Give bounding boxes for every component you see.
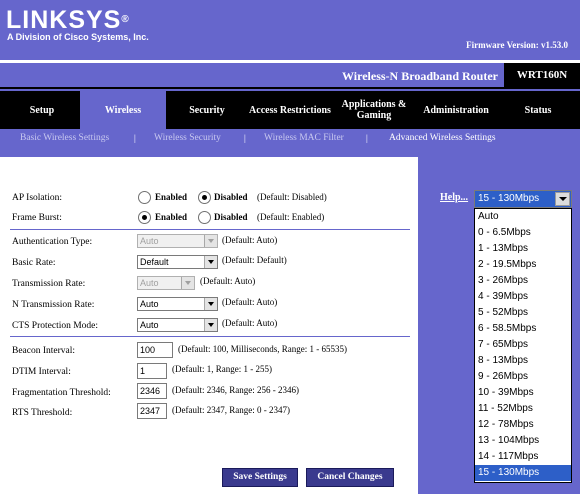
product-name: Wireless-N Broadband Router bbox=[341, 69, 498, 83]
subnav-basic-wireless[interactable]: Basic Wireless Settings bbox=[20, 133, 109, 143]
rate-option[interactable]: 4 - 39Mbps bbox=[475, 289, 571, 305]
auth-type-label: Authentication Type: bbox=[12, 237, 93, 247]
chevron-down-icon bbox=[204, 235, 217, 247]
tab-wireless[interactable]: Wireless bbox=[80, 91, 166, 129]
tab-security[interactable]: Security bbox=[172, 91, 242, 129]
firmware-version: Firmware Version: v1.53.0 bbox=[466, 40, 568, 50]
chevron-down-icon bbox=[181, 277, 194, 289]
rts-threshold-default-note: (Default: 2347, Range: 0 - 2347) bbox=[172, 405, 290, 415]
rate-option[interactable]: 14 - 117Mbps bbox=[475, 449, 571, 465]
rate-dropdown-list: Auto 0 - 6.5Mbps 1 - 13Mbps 2 - 19.5Mbps… bbox=[474, 208, 572, 483]
rate-option[interactable]: 2 - 19.5Mbps bbox=[475, 257, 571, 273]
sub-nav: Basic Wireless Settings | Wireless Secur… bbox=[0, 129, 580, 151]
ap-isolation-enabled-label: Enabled bbox=[155, 192, 188, 202]
rate-option[interactable]: 10 - 39Mbps bbox=[475, 385, 571, 401]
dtim-interval-label: DTIM Interval: bbox=[12, 367, 71, 377]
n-transmission-rate-default-note: (Default: Auto) bbox=[222, 297, 278, 307]
fragmentation-threshold-input[interactable]: 2346 bbox=[137, 383, 167, 399]
transmission-rate-label: Transmission Rate: bbox=[12, 279, 86, 289]
tab-status[interactable]: Status bbox=[506, 91, 570, 129]
subnav-wireless-security[interactable]: Wireless Security bbox=[154, 133, 221, 143]
chevron-down-icon bbox=[204, 256, 217, 268]
subnav-separator: | bbox=[134, 133, 136, 143]
chevron-down-icon bbox=[204, 319, 217, 331]
cts-protection-select[interactable]: Auto bbox=[137, 318, 218, 332]
chevron-down-icon bbox=[204, 298, 217, 310]
frame-burst-enabled-label: Enabled bbox=[155, 212, 188, 222]
rate-dropdown[interactable]: 15 - 130Mbps bbox=[474, 190, 572, 208]
rate-option[interactable]: 9 - 26Mbps bbox=[475, 369, 571, 385]
n-transmission-rate-select[interactable]: Auto bbox=[137, 297, 218, 311]
dtim-interval-default-note: (Default: 1, Range: 1 - 255) bbox=[172, 364, 272, 374]
cts-protection-value: Auto bbox=[140, 320, 159, 330]
rate-option[interactable]: 7 - 65Mbps bbox=[475, 337, 571, 353]
dtim-interval-input[interactable]: 1 bbox=[137, 363, 167, 379]
ap-isolation-enabled-radio[interactable] bbox=[138, 191, 151, 204]
subnav-advanced-wireless[interactable]: Advanced Wireless Settings bbox=[389, 133, 496, 143]
tab-access-restrictions[interactable]: Access Restrictions bbox=[244, 91, 336, 129]
rate-option[interactable]: 8 - 13Mbps bbox=[475, 353, 571, 369]
subnav-mac-filter[interactable]: Wireless MAC Filter bbox=[264, 133, 344, 143]
cts-protection-default-note: (Default: Auto) bbox=[222, 318, 278, 328]
beacon-interval-label: Beacon Interval: bbox=[12, 346, 76, 356]
transmission-rate-select[interactable]: Auto bbox=[137, 276, 195, 290]
rate-option[interactable]: 13 - 104Mbps bbox=[475, 433, 571, 449]
frame-burst-disabled-radio[interactable] bbox=[198, 211, 211, 224]
frame-burst-disabled-label: Disabled bbox=[214, 212, 248, 222]
frame-burst-label: Frame Burst: bbox=[12, 213, 62, 223]
help-link[interactable]: Help... bbox=[440, 192, 468, 203]
rts-threshold-label: RTS Threshold: bbox=[12, 408, 73, 418]
beacon-interval-default-note: (Default: 100, Milliseconds, Range: 1 - … bbox=[178, 344, 347, 354]
basic-rate-select[interactable]: Default bbox=[137, 255, 218, 269]
transmission-rate-default-note: (Default: Auto) bbox=[200, 276, 256, 286]
fragmentation-threshold-label: Fragmentation Threshold: bbox=[12, 388, 111, 398]
logo-subtitle: A Division of Cisco Systems, Inc. bbox=[7, 32, 149, 42]
ap-isolation-label: AP Isolation: bbox=[12, 193, 63, 203]
n-transmission-rate-label: N Transmission Rate: bbox=[12, 300, 95, 310]
rate-option[interactable]: 11 - 52Mbps bbox=[475, 401, 571, 417]
rts-threshold-input[interactable]: 2347 bbox=[137, 403, 167, 419]
rate-option[interactable]: 6 - 58.5Mbps bbox=[475, 321, 571, 337]
fragmentation-threshold-default-note: (Default: 2346, Range: 256 - 2346) bbox=[172, 385, 299, 395]
logo-mark: ® bbox=[121, 14, 129, 25]
rate-option[interactable]: Auto bbox=[475, 209, 571, 225]
auth-type-default-note: (Default: Auto) bbox=[222, 235, 278, 245]
n-transmission-rate-value: Auto bbox=[140, 299, 159, 309]
tab-administration[interactable]: Administration bbox=[414, 91, 498, 129]
ap-isolation-disabled-label: Disabled bbox=[214, 192, 248, 202]
section-divider bbox=[10, 336, 410, 337]
beacon-interval-input[interactable]: 100 bbox=[137, 342, 173, 358]
linksys-logo: LINKSYS® bbox=[6, 6, 129, 34]
tab-applications-gaming[interactable]: Applications & Gaming bbox=[338, 91, 410, 129]
auth-type-select[interactable]: Auto bbox=[137, 234, 218, 248]
frame-burst-enabled-radio[interactable] bbox=[138, 211, 151, 224]
save-settings-button[interactable]: Save Settings bbox=[222, 468, 298, 487]
rate-option-selected[interactable]: 15 - 130Mbps bbox=[475, 465, 571, 481]
auth-type-value: Auto bbox=[140, 236, 159, 246]
rate-option[interactable]: 12 - 78Mbps bbox=[475, 417, 571, 433]
model-name: WRT160N bbox=[504, 63, 580, 87]
cts-protection-label: CTS Protection Mode: bbox=[12, 321, 99, 331]
rate-option[interactable]: 3 - 26Mbps bbox=[475, 273, 571, 289]
section-divider bbox=[10, 229, 410, 230]
cancel-changes-button[interactable]: Cancel Changes bbox=[306, 468, 394, 487]
logo-text: LINKSYS bbox=[6, 6, 122, 34]
frame-burst-default-note: (Default: Enabled) bbox=[257, 212, 325, 222]
rate-option[interactable]: 1 - 13Mbps bbox=[475, 241, 571, 257]
subnav-separator: | bbox=[366, 133, 368, 143]
basic-rate-value: Default bbox=[140, 257, 169, 267]
rate-dropdown-value: 15 - 130Mbps bbox=[478, 193, 540, 204]
ap-isolation-disabled-radio[interactable] bbox=[198, 191, 211, 204]
ap-isolation-default-note: (Default: Disabled) bbox=[257, 192, 327, 202]
transmission-rate-value: Auto bbox=[140, 278, 159, 288]
settings-panel: AP Isolation: Enabled Disabled (Default:… bbox=[0, 157, 418, 494]
rate-option[interactable]: 0 - 6.5Mbps bbox=[475, 225, 571, 241]
main-nav: Setup Wireless Security Access Restricti… bbox=[0, 91, 580, 129]
chevron-down-icon[interactable] bbox=[555, 192, 570, 206]
subnav-separator: | bbox=[244, 133, 246, 143]
rate-option[interactable]: 5 - 52Mbps bbox=[475, 305, 571, 321]
basic-rate-label: Basic Rate: bbox=[12, 258, 56, 268]
basic-rate-default-note: (Default: Default) bbox=[222, 255, 287, 265]
tab-setup[interactable]: Setup bbox=[8, 91, 76, 129]
